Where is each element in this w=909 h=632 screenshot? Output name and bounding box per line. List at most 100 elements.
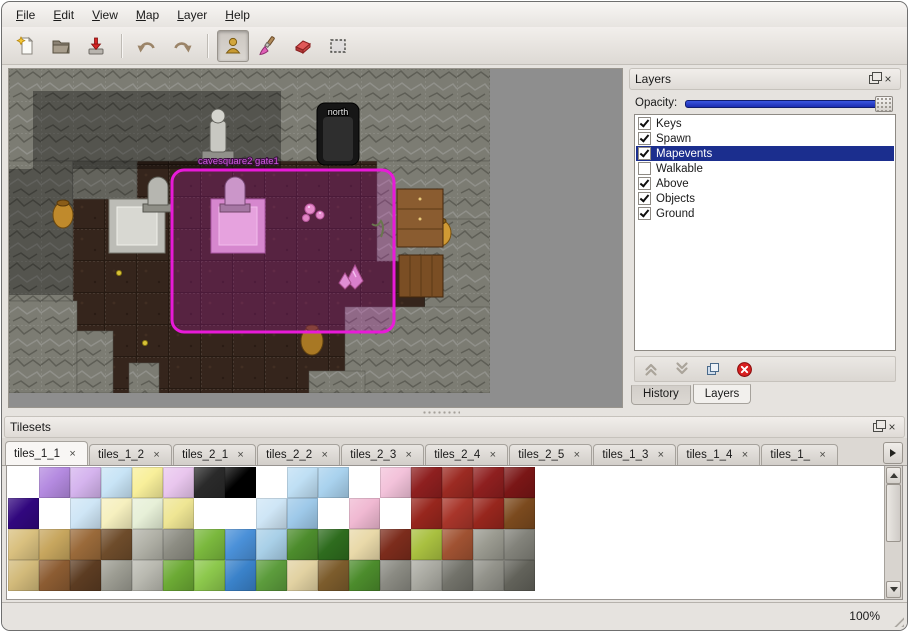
tileset-tile[interactable] bbox=[39, 498, 70, 529]
layer-row[interactable]: Spawn bbox=[636, 131, 894, 146]
close-icon[interactable]: × bbox=[885, 420, 899, 434]
tileset-tile[interactable] bbox=[504, 467, 535, 498]
tileset-tile[interactable] bbox=[442, 560, 473, 591]
tileset-tile[interactable] bbox=[8, 560, 39, 591]
tileset-tab[interactable]: tiles_1_1 × bbox=[5, 441, 88, 466]
menu-help[interactable]: Help bbox=[217, 5, 258, 25]
layer-checkbox[interactable] bbox=[638, 177, 651, 190]
tileset-tile[interactable] bbox=[70, 467, 101, 498]
tileset-tile[interactable] bbox=[8, 498, 39, 529]
open-button[interactable] bbox=[45, 30, 77, 62]
tileset-tile[interactable] bbox=[194, 467, 225, 498]
float-icon[interactable] bbox=[871, 420, 885, 434]
tileset-tile[interactable] bbox=[256, 560, 287, 591]
tileset-tile[interactable] bbox=[194, 498, 225, 529]
tileset-tile[interactable] bbox=[318, 467, 349, 498]
tileset-tile[interactable] bbox=[8, 467, 39, 498]
tileset-tile[interactable] bbox=[318, 529, 349, 560]
tab-close-icon[interactable]: × bbox=[816, 449, 829, 462]
selection-rect[interactable] bbox=[172, 170, 394, 332]
tileset-tile[interactable] bbox=[225, 529, 256, 560]
horizontal-splitter[interactable] bbox=[2, 408, 907, 416]
tileset-tile[interactable] bbox=[504, 529, 535, 560]
tileset-tile[interactable] bbox=[442, 529, 473, 560]
tileset-tile[interactable] bbox=[101, 560, 132, 591]
layer-checkbox[interactable] bbox=[638, 147, 651, 160]
tileset-tile[interactable] bbox=[132, 560, 163, 591]
tileset-tab[interactable]: tiles_2_2 × bbox=[257, 444, 340, 465]
tab-close-icon[interactable]: × bbox=[150, 449, 163, 462]
tileset-tile[interactable] bbox=[318, 560, 349, 591]
raise-layer-button[interactable] bbox=[641, 359, 661, 379]
tileset-tile[interactable] bbox=[132, 467, 163, 498]
brush-tool-button[interactable] bbox=[252, 30, 284, 62]
tileset-tile[interactable] bbox=[442, 498, 473, 529]
tileset-tile[interactable] bbox=[163, 498, 194, 529]
tileset-tile[interactable] bbox=[256, 529, 287, 560]
tab-close-icon[interactable]: × bbox=[654, 449, 667, 462]
tileset-tile[interactable] bbox=[411, 467, 442, 498]
tileset-tile[interactable] bbox=[39, 467, 70, 498]
tileset-tile[interactable] bbox=[194, 560, 225, 591]
tileset-tile[interactable] bbox=[349, 498, 380, 529]
layer-row[interactable]: Above bbox=[636, 176, 894, 191]
tileset-tile[interactable] bbox=[442, 467, 473, 498]
tileset-tile[interactable] bbox=[380, 498, 411, 529]
select-tool-button[interactable] bbox=[322, 30, 354, 62]
tileset-tile[interactable] bbox=[70, 560, 101, 591]
tileset-tile[interactable] bbox=[411, 498, 442, 529]
tileset-tile[interactable] bbox=[101, 467, 132, 498]
stamp-tool-button[interactable] bbox=[217, 30, 249, 62]
layer-row[interactable]: Walkable bbox=[636, 161, 894, 176]
tileset-tile[interactable] bbox=[287, 560, 318, 591]
layer-checkbox[interactable] bbox=[638, 192, 651, 205]
layer-row[interactable]: Keys bbox=[636, 116, 894, 131]
tileset-tile[interactable] bbox=[380, 529, 411, 560]
tileset-tab[interactable]: tiles_1_3 × bbox=[593, 444, 676, 465]
tileset-tile[interactable] bbox=[473, 498, 504, 529]
tab-close-icon[interactable]: × bbox=[402, 449, 415, 462]
tileset-tile[interactable] bbox=[39, 560, 70, 591]
tileset-tile[interactable] bbox=[225, 560, 256, 591]
tab-close-icon[interactable]: × bbox=[486, 449, 499, 462]
tileset-tile[interactable] bbox=[504, 498, 535, 529]
tileset-tile[interactable] bbox=[349, 467, 380, 498]
tileset-tile[interactable] bbox=[225, 498, 256, 529]
tileset-tile[interactable] bbox=[318, 498, 349, 529]
menu-layer[interactable]: Layer bbox=[169, 5, 215, 25]
float-icon[interactable] bbox=[867, 72, 881, 86]
resize-grip-icon[interactable] bbox=[890, 613, 904, 627]
delete-layer-button[interactable] bbox=[734, 359, 754, 379]
tileset-tab[interactable]: tiles_2_4 × bbox=[425, 444, 508, 465]
tab-close-icon[interactable]: × bbox=[570, 449, 583, 462]
layer-checkbox[interactable] bbox=[638, 207, 651, 220]
tileset-tile[interactable] bbox=[287, 529, 318, 560]
scroll-down-button[interactable] bbox=[886, 581, 901, 598]
tab-close-icon[interactable]: × bbox=[318, 449, 331, 462]
tileset-tile[interactable] bbox=[473, 467, 504, 498]
tileset-tab[interactable]: tiles_1_4 × bbox=[677, 444, 760, 465]
scrollbar-thumb[interactable] bbox=[886, 484, 901, 542]
tileset-tile[interactable] bbox=[225, 467, 256, 498]
lower-layer-button[interactable] bbox=[672, 359, 692, 379]
tileset-tile[interactable] bbox=[411, 560, 442, 591]
tab-close-icon[interactable]: × bbox=[738, 449, 751, 462]
tileset-tile[interactable] bbox=[287, 467, 318, 498]
save-button[interactable] bbox=[80, 30, 112, 62]
redo-button[interactable] bbox=[166, 30, 198, 62]
tab-layers[interactable]: Layers bbox=[693, 384, 752, 404]
tileset-tab[interactable]: tiles_1_2 × bbox=[89, 444, 172, 465]
tileset-tile[interactable] bbox=[411, 529, 442, 560]
tileset-tile[interactable] bbox=[163, 560, 194, 591]
tileset-tile[interactable] bbox=[504, 560, 535, 591]
eraser-tool-button[interactable] bbox=[287, 30, 319, 62]
tileset-tab[interactable]: tiles_1_ × bbox=[761, 444, 838, 465]
tileset-tab[interactable]: tiles_2_1 × bbox=[173, 444, 256, 465]
tileset-tile[interactable] bbox=[380, 467, 411, 498]
duplicate-layer-button[interactable] bbox=[703, 359, 723, 379]
layer-row[interactable]: Ground bbox=[636, 206, 894, 221]
tab-history[interactable]: History bbox=[631, 385, 691, 405]
map-canvas[interactable]: cavesquare2 gate1 north bbox=[9, 69, 490, 393]
tileset-tab[interactable]: tiles_2_3 × bbox=[341, 444, 424, 465]
tileset-tile[interactable] bbox=[132, 529, 163, 560]
